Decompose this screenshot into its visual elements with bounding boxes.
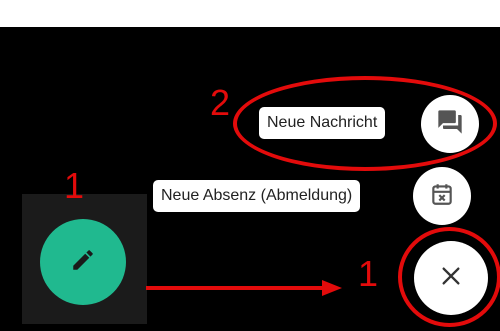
annotation-number-left: 1: [64, 165, 85, 206]
annotation-arrow-icon: [146, 280, 342, 296]
new-absence-text: Neue Absenz (Abmeldung): [161, 187, 353, 204]
pencil-icon: [70, 247, 96, 278]
compose-fab-button[interactable]: [40, 219, 126, 305]
top-bar: [0, 0, 500, 27]
annotation-circle-close: [398, 227, 500, 327]
annotation-number-close: 1: [358, 253, 379, 294]
annotation-number-message: 2: [210, 82, 231, 123]
app-screen: Neue Nachricht Neue Absenz (Abmeldung) 1…: [0, 0, 500, 331]
annotation-circle-message: [233, 76, 497, 171]
new-absence-button[interactable]: [413, 167, 471, 225]
new-absence-label[interactable]: Neue Absenz (Abmeldung): [153, 180, 361, 212]
calendar-x-icon: [429, 181, 455, 212]
